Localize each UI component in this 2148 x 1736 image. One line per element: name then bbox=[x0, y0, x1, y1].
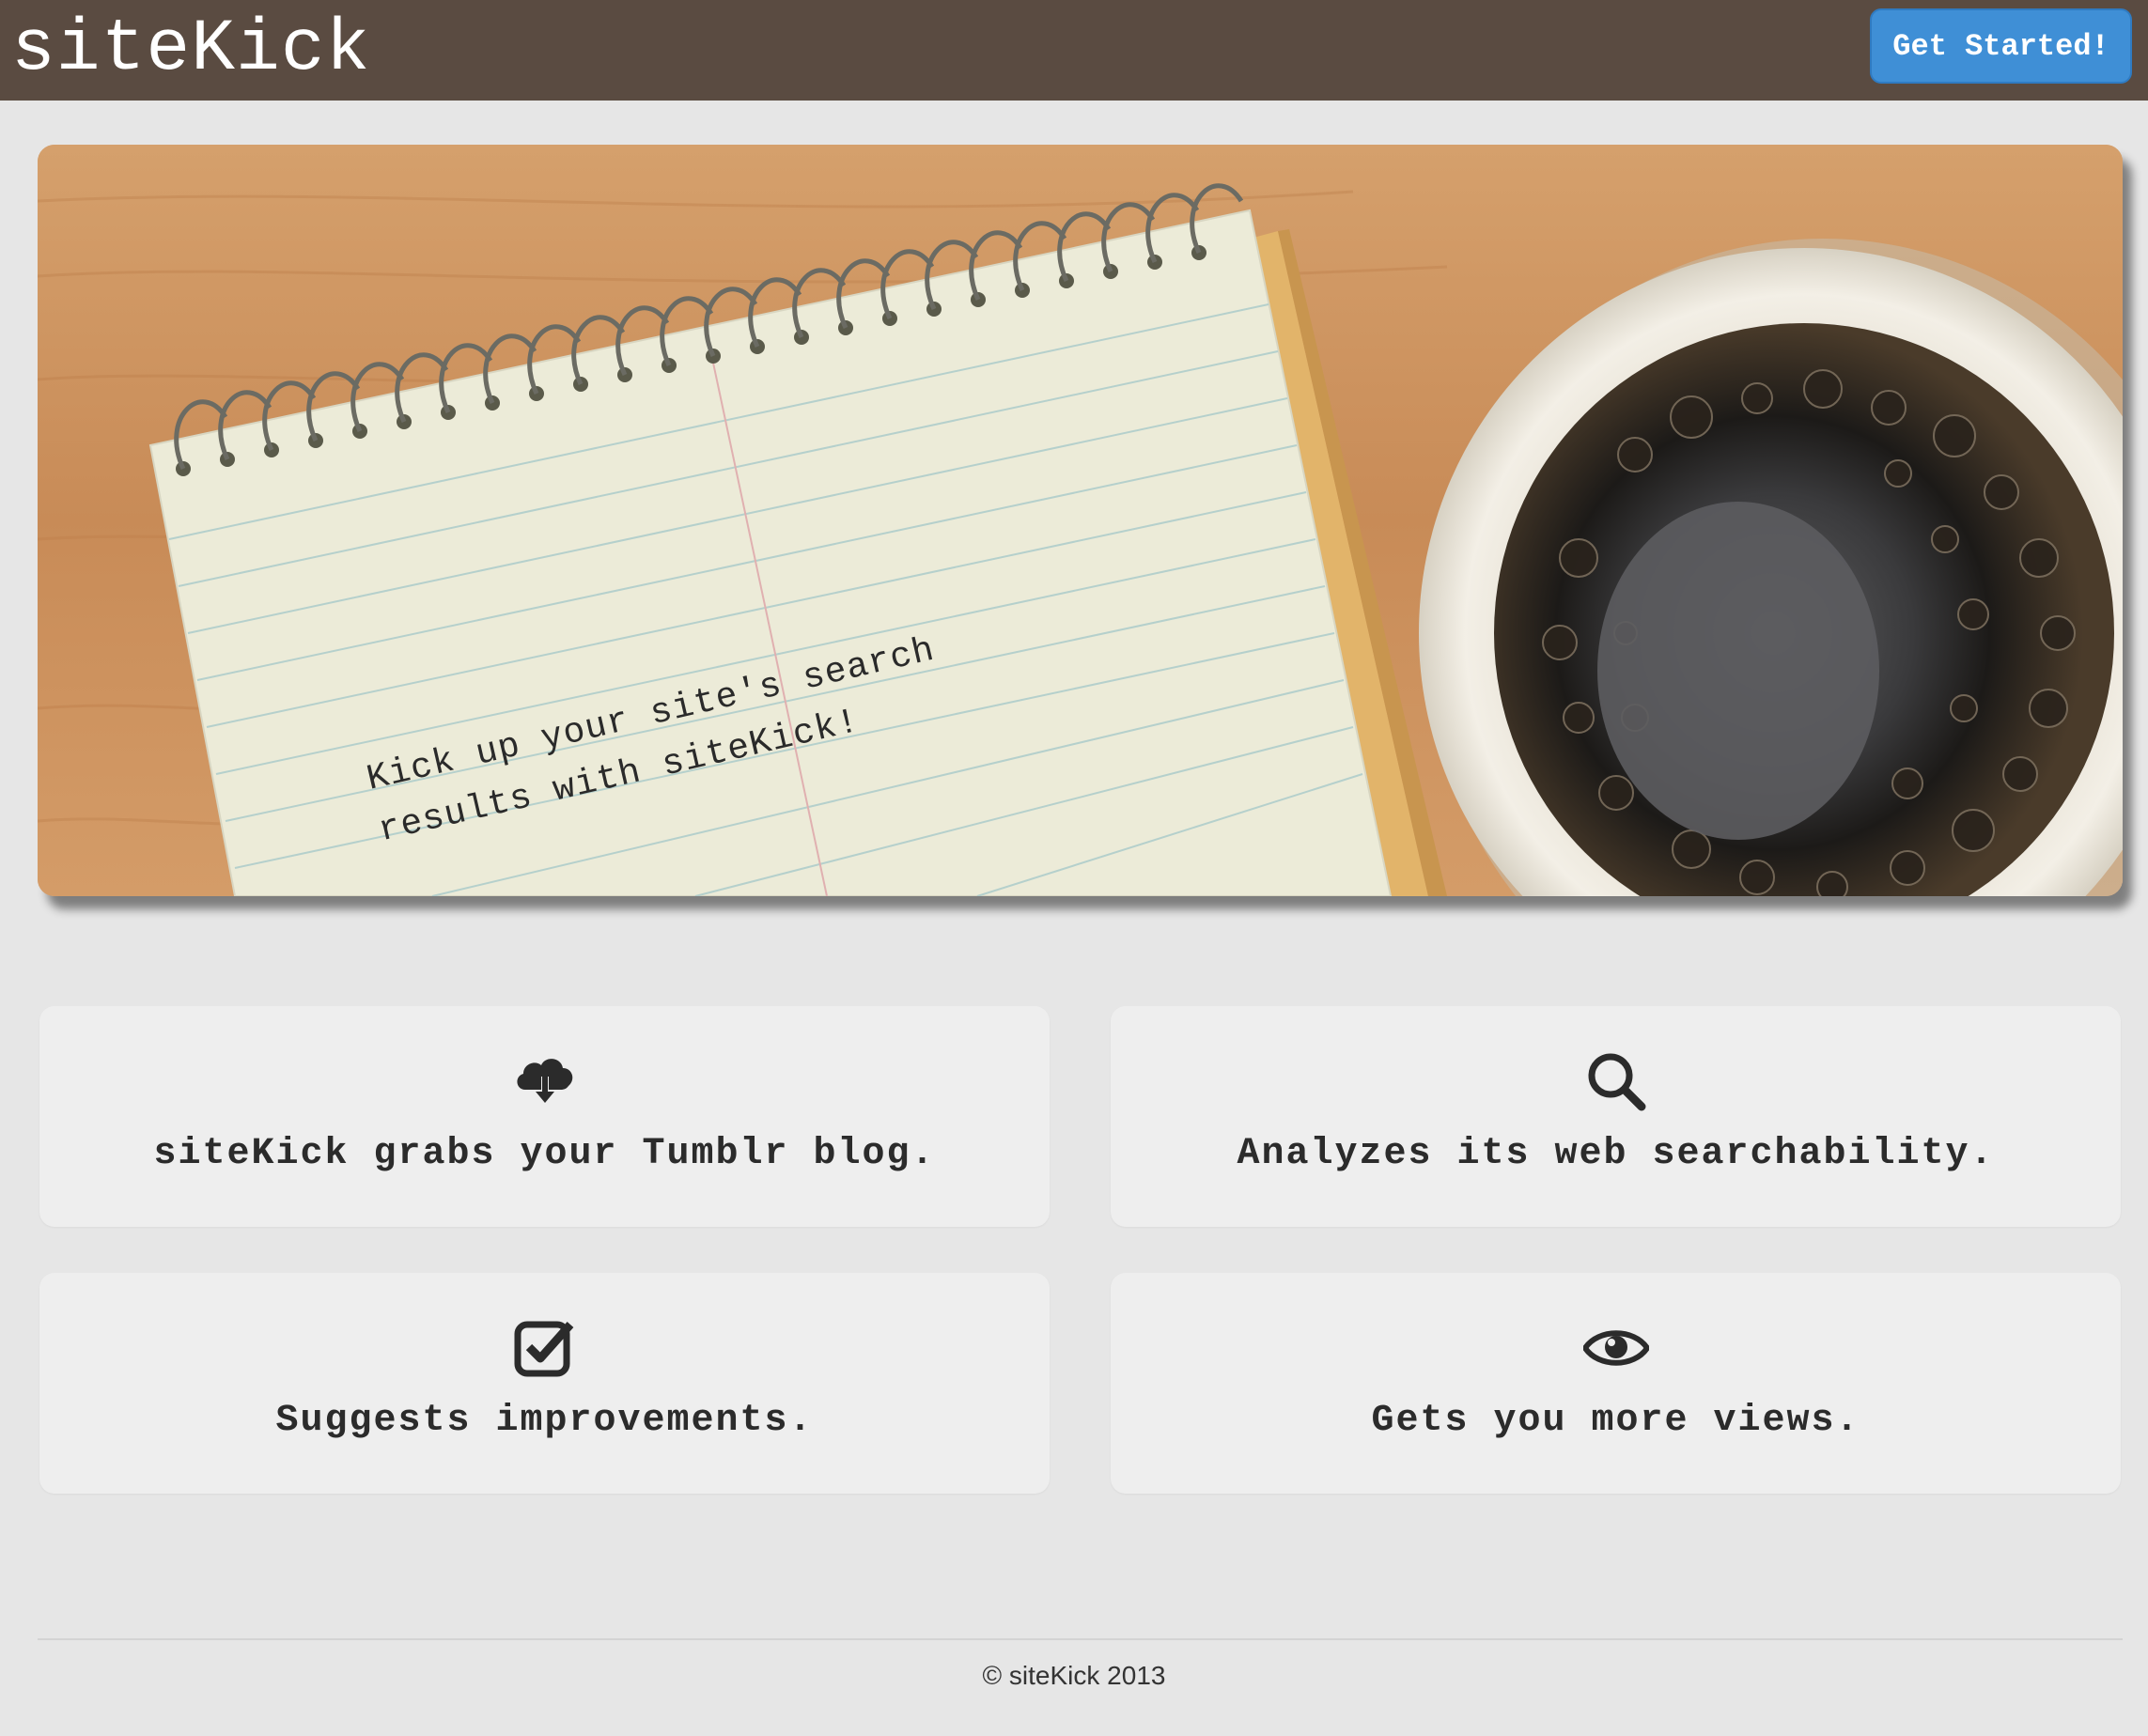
cloud-download-icon bbox=[516, 1059, 572, 1103]
search-icon bbox=[1588, 1053, 1645, 1111]
footer-copyright: © siteKick 2013 bbox=[982, 1661, 1166, 1690]
brand-logo[interactable]: siteKick bbox=[11, 0, 370, 101]
feature-card-views: Gets you more views. bbox=[1111, 1273, 2121, 1494]
hero-banner: Kick up your site's search results with … bbox=[38, 145, 2123, 896]
feature-card-grab: siteKick grabs your Tumblr blog. bbox=[39, 1006, 1050, 1227]
feature-label: Suggests improvements. bbox=[275, 1400, 814, 1442]
top-navbar: siteKick Get Started! bbox=[0, 0, 2148, 101]
feature-card-analyze: Analyzes its web searchability. bbox=[1111, 1006, 2121, 1227]
feature-label: Analyzes its web searchability. bbox=[1237, 1133, 1995, 1175]
eye-icon bbox=[1582, 1330, 1649, 1366]
footer-divider bbox=[38, 1638, 2123, 1640]
feature-card-suggest: Suggests improvements. bbox=[39, 1273, 1050, 1494]
hero-illustration bbox=[38, 145, 2123, 896]
checkbox-check-icon bbox=[514, 1321, 573, 1377]
feature-label: siteKick grabs your Tumblr blog. bbox=[153, 1133, 936, 1175]
get-started-button[interactable]: Get Started! bbox=[1870, 8, 2132, 84]
feature-label: Gets you more views. bbox=[1371, 1400, 1860, 1442]
